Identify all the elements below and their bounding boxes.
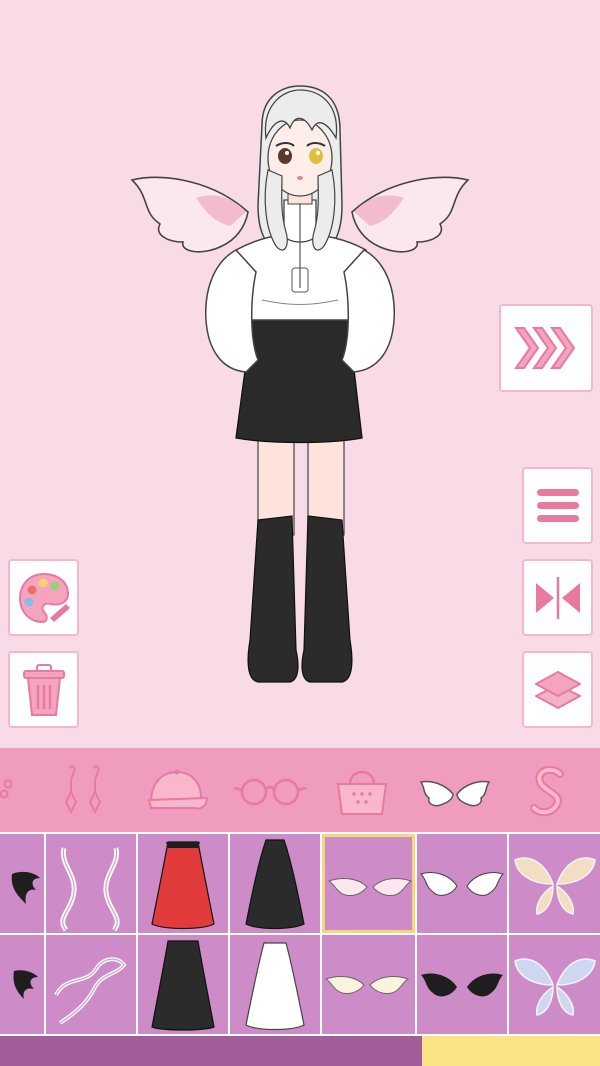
character-stage	[0, 0, 600, 748]
white-ribbon-icon	[54, 957, 127, 1025]
palette-button[interactable]	[8, 559, 79, 636]
item-cell[interactable]	[230, 834, 320, 933]
item-cell[interactable]	[138, 935, 228, 1034]
item-cell[interactable]	[46, 935, 136, 1034]
item-cell[interactable]	[230, 935, 320, 1034]
item-cell[interactable]	[509, 834, 600, 933]
dress-up-screen	[0, 0, 600, 1066]
item-cell-selected[interactable]	[322, 834, 415, 933]
item-cell[interactable]	[417, 935, 507, 1034]
menu-icon	[536, 488, 579, 522]
category-tab-bar	[0, 748, 600, 832]
earrings-icon	[64, 765, 102, 815]
cream-wings-icon	[324, 976, 410, 994]
red-cape-icon	[151, 841, 215, 930]
tab-necklace[interactable]	[0, 756, 46, 824]
tab-earrings[interactable]	[43, 756, 123, 824]
black-cape-icon	[151, 940, 215, 1031]
hat-icon	[147, 769, 209, 810]
item-cell[interactable]	[46, 834, 136, 933]
white-wings-icon	[420, 872, 504, 896]
flip-button[interactable]	[522, 559, 593, 636]
next-button[interactable]	[499, 304, 593, 392]
white-tentacles-icon	[60, 847, 120, 932]
black-wings-icon	[421, 973, 503, 997]
item-cell[interactable]	[322, 935, 415, 1034]
progress-fill	[422, 1036, 600, 1066]
flip-icon	[535, 576, 580, 619]
next-icon	[514, 327, 576, 369]
item-cell[interactable]	[417, 834, 507, 933]
item-cell[interactable]	[0, 935, 44, 1034]
white-cape-icon	[245, 942, 305, 1031]
handbag-icon	[336, 770, 388, 815]
necklace-icon	[0, 779, 13, 799]
menu-button[interactable]	[522, 467, 593, 544]
glasses-icon	[233, 778, 307, 806]
trash-icon	[22, 663, 65, 716]
item-cell[interactable]	[0, 834, 44, 933]
tab-hat[interactable]	[137, 756, 217, 824]
wings-icon	[419, 780, 491, 807]
black-cape-icon	[245, 839, 305, 930]
tab-wings[interactable]	[415, 756, 495, 824]
delete-button[interactable]	[8, 651, 79, 728]
tab-glasses[interactable]	[230, 756, 310, 824]
tail-icon	[530, 765, 564, 817]
palette-icon	[18, 572, 70, 623]
fairy-wings-blue-icon	[514, 958, 596, 1016]
dark-wing-icon	[11, 871, 40, 904]
tab-handbag[interactable]	[322, 756, 402, 824]
item-cell[interactable]	[509, 935, 600, 1034]
bottom-progress-bar	[0, 1036, 600, 1066]
layers-icon	[534, 670, 581, 709]
tab-tail[interactable]	[508, 756, 588, 824]
item-grid	[0, 832, 600, 1036]
item-cell[interactable]	[138, 834, 228, 933]
layers-button[interactable]	[522, 651, 593, 728]
dark-wing-icon	[13, 970, 38, 999]
fairy-wings-gold-icon	[514, 857, 596, 915]
pink-wings-icon	[327, 878, 412, 896]
